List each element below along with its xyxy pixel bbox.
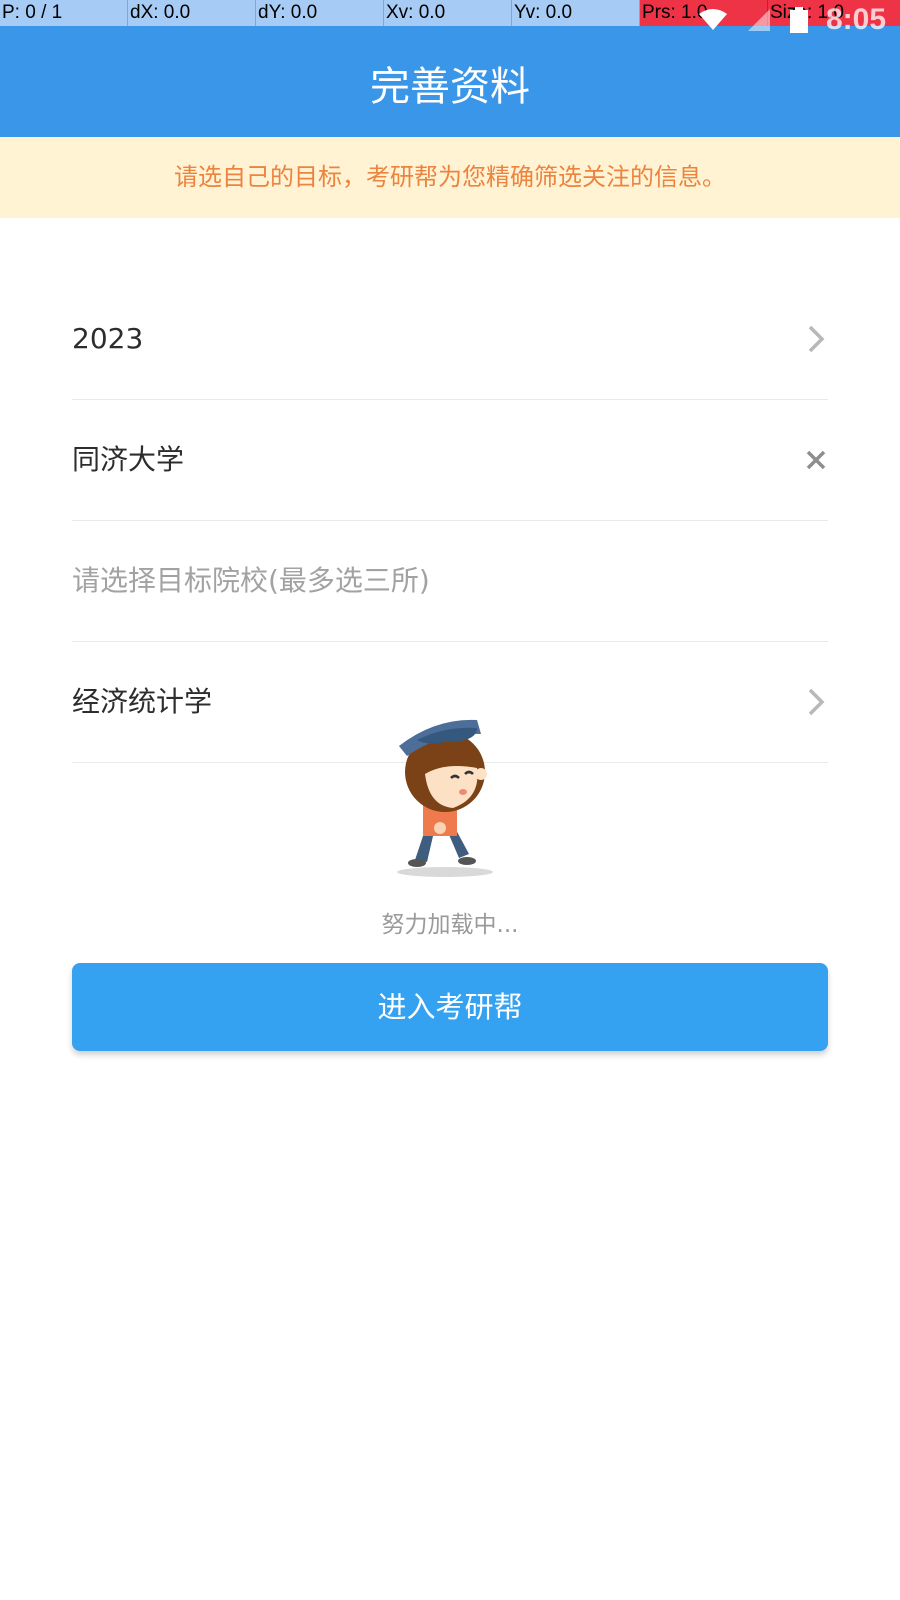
loading-mascot-icon: [385, 712, 505, 882]
debug-xv: Xv: 0.0: [384, 0, 512, 26]
target-schools-field[interactable]: 请选择目标院校(最多选三所): [72, 521, 828, 642]
debug-pointer-count: P: 0 / 1: [0, 0, 128, 26]
school-value: 同济大学: [72, 443, 185, 476]
loading-text: 努力加载中...: [381, 912, 519, 938]
target-schools-placeholder: 请选择目标院校(最多选三所): [72, 564, 430, 597]
enter-app-button[interactable]: 进入考研帮: [72, 963, 828, 1051]
debug-yv: Yv: 0.0: [512, 0, 640, 26]
status-time: 8:05: [825, 3, 886, 36]
no-signal-icon: [746, 7, 772, 33]
chevron-right-icon: [804, 682, 828, 722]
year-value: 2023: [72, 322, 144, 355]
battery-icon: [789, 7, 808, 33]
major-value: 经济统计学: [72, 685, 213, 718]
wifi-icon: [698, 8, 728, 32]
debug-dx: dX: 0.0: [128, 0, 256, 26]
chevron-right-icon: [804, 319, 828, 359]
notice-banner: 请选自己的目标，考研帮为您精确筛选关注的信息。: [0, 137, 900, 218]
debug-dy: dY: 0.0: [256, 0, 384, 26]
close-icon[interactable]: [804, 440, 828, 480]
status-bar: 8:05: [698, 0, 886, 40]
year-selector[interactable]: 2023: [72, 279, 828, 400]
school-selector[interactable]: 同济大学: [72, 400, 828, 521]
page-title: 完善资料: [370, 64, 530, 110]
